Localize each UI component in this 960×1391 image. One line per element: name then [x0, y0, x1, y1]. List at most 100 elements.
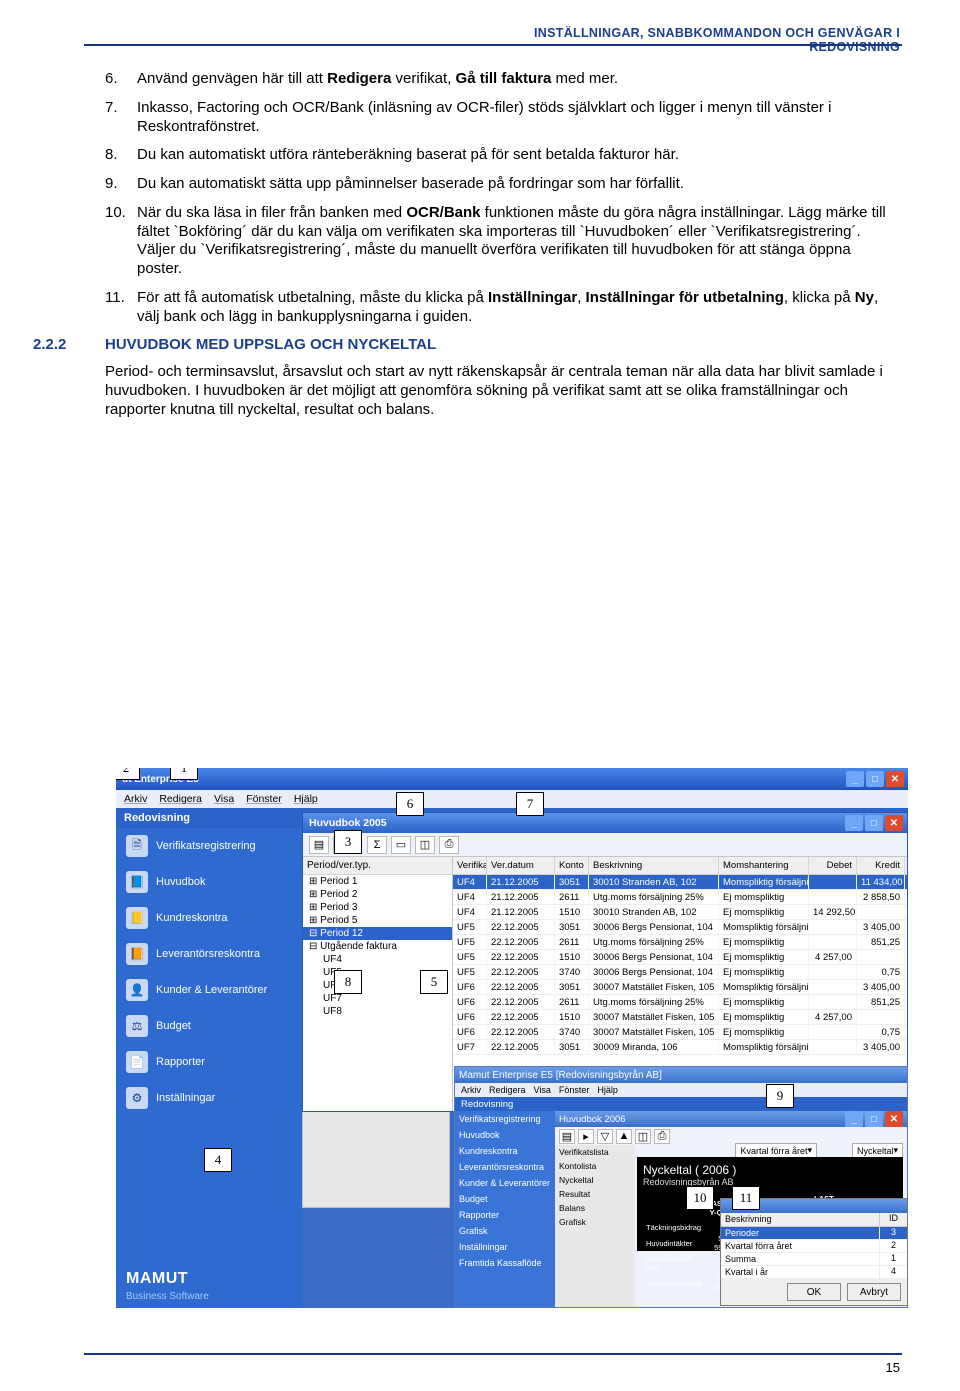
popup-row[interactable]: Kvartal i år4 [721, 1266, 907, 1279]
nested-grey-item[interactable]: Balans [555, 1201, 635, 1215]
close-button[interactable]: ✕ [885, 1111, 903, 1127]
table-row[interactable]: UF522.12.2005374030006 Bergs Pensionat, … [453, 965, 907, 980]
menu-fonster[interactable]: Fönster [246, 793, 282, 805]
table-row[interactable]: UF622.12.2005305130007 Matstället Fisken… [453, 980, 907, 995]
table-row[interactable]: UF622.12.2005374030007 Matstället Fisken… [453, 1025, 907, 1040]
nested-nav-item[interactable]: Leverantörsreskontra [455, 1159, 555, 1175]
nested-nav-item[interactable]: Verifikatsregistrering [455, 1111, 555, 1127]
popup-row[interactable]: Kvartal förra året2 [721, 1240, 907, 1253]
nested-nav-item[interactable]: Kundreskontra [455, 1143, 555, 1159]
brand-subtitle: Business Software [126, 1291, 209, 1302]
report-icon: 📄 [126, 1051, 148, 1073]
nested-nav-item[interactable]: Budget [455, 1191, 555, 1207]
nested-grey-item[interactable]: Kontolista [555, 1159, 635, 1173]
nyckeltal-dropdown[interactable]: Nyckeltal ▾ [852, 1143, 903, 1158]
tool-icon[interactable]: ▤ [309, 836, 329, 854]
nested-nav-item[interactable]: Kunder & Leverantörer [455, 1175, 555, 1191]
sidebar-item-rapporter[interactable]: 📄Rapporter [116, 1044, 302, 1080]
nested-menubar[interactable]: ArkivRedigeraVisaFönsterHjälp [455, 1083, 907, 1097]
tool-icon[interactable]: ◫ [415, 836, 435, 854]
nested-grey-item[interactable]: Grafisk [555, 1215, 635, 1229]
sidebar-item-huvudbok[interactable]: 📘Huvudbok [116, 864, 302, 900]
table-row[interactable]: UF522.12.20052611Utg.moms försäljning 25… [453, 935, 907, 950]
sidebar-item-verif[interactable]: 🗎Verifikatsregistrering [116, 828, 302, 864]
print-icon[interactable]: ⎙ [439, 836, 459, 854]
table-row[interactable]: UF421.12.2005151030010 Stranden AB, 102E… [453, 905, 907, 920]
nested-hb-titlebar[interactable]: Huvudbok 2006 _□✕ [555, 1111, 907, 1127]
nested-nav-item[interactable]: Inställningar [455, 1239, 555, 1255]
minimize-button[interactable]: _ [846, 771, 864, 787]
popup-row[interactable]: Summa1 [721, 1253, 907, 1266]
table-row[interactable]: UF622.12.2005151030007 Matstället Fisken… [453, 1010, 907, 1025]
titlebar-main[interactable]: ut Enterprise E5 _ □ ✕ [116, 768, 908, 790]
tree-node[interactable]: ⊟ Period 12 [303, 927, 452, 940]
table-row[interactable]: UF421.12.20052611Utg.moms försäljning 25… [453, 890, 907, 905]
nested-toolbar: ▤ ▸ ▽ ▲ ◫ ⎙ Nyckeltal ▾ Kvartal förra år… [555, 1127, 907, 1145]
menu-arkiv[interactable]: Arkiv [124, 793, 147, 805]
tree-node[interactable]: ⊟ Utgående faktura [303, 940, 452, 953]
menubar[interactable]: Arkiv Redigera Visa Fönster Hjälp [116, 790, 908, 808]
tool-icon[interactable]: ▲ [616, 1129, 632, 1144]
nested-grey-item[interactable]: Verifikatslista [555, 1145, 635, 1159]
table-row[interactable]: UF421.12.2005305130010 Stranden AB, 102M… [453, 875, 907, 890]
sidebar-item-kund[interactable]: 📒Kundreskontra [116, 900, 302, 936]
footer-rule [84, 1353, 902, 1355]
print-icon[interactable]: ⎙ [654, 1129, 670, 1144]
minimize-button[interactable]: _ [845, 1111, 863, 1127]
page-header: INSTÄLLNINGAR, SNABBKOMMANDON OCH GENVÄG… [470, 26, 900, 54]
tree-node[interactable]: ⊞ Period 2 [303, 888, 452, 901]
close-button[interactable]: ✕ [886, 771, 904, 787]
nested-grey-item[interactable]: Nyckeltal [555, 1173, 635, 1187]
report-title: Nyckeltal ( 2006 ) [643, 1163, 897, 1177]
maximize-button[interactable]: □ [866, 771, 884, 787]
nested-grey-item[interactable]: Resultat [555, 1187, 635, 1201]
tool-icon[interactable]: ▸ [578, 1129, 594, 1144]
table-row[interactable]: UF522.12.2005151030006 Bergs Pensionat, … [453, 950, 907, 965]
sidebar-item-kunder[interactable]: 👤Kunder & Leverantörer [116, 972, 302, 1008]
maximize-button[interactable]: □ [865, 815, 883, 831]
tree-node[interactable]: ⊞ Period 3 [303, 901, 452, 914]
callout-11: 11 [732, 1186, 760, 1210]
nested-sidebar: VerifikatsregistreringHuvudbokKundreskon… [455, 1111, 555, 1307]
gear-icon: ⚙ [126, 1087, 148, 1109]
ok-button[interactable]: OK [787, 1283, 841, 1301]
table-row[interactable]: UF622.12.20052611Utg.moms försäljning 25… [453, 995, 907, 1010]
sidebar-item-lev[interactable]: 📙Leverantörsreskontra [116, 936, 302, 972]
ledger-icon: 📒 [126, 907, 148, 929]
tree-node[interactable]: UF4 [303, 953, 452, 966]
callout-9: 9 [766, 1084, 794, 1108]
minimize-button[interactable]: _ [845, 815, 863, 831]
body-content: 6. Använd genvägen här till att Redigera… [105, 70, 890, 429]
close-button[interactable]: ✕ [885, 815, 903, 831]
huvudbok-titlebar[interactable]: Huvudbok 2005 _□✕ [303, 813, 907, 833]
tree-node[interactable]: UF8 [303, 1005, 452, 1018]
maximize-button[interactable]: □ [865, 1111, 883, 1127]
menu-hjalp[interactable]: Hjälp [294, 793, 318, 805]
tool-icon[interactable]: ▽ [597, 1129, 613, 1144]
nested-nav-item[interactable]: Framtida Kassaflöde [455, 1255, 555, 1271]
cancel-button[interactable]: Avbryt [847, 1283, 901, 1301]
table-row[interactable]: UF522.12.2005305130006 Bergs Pensionat, … [453, 920, 907, 935]
kvartal-dropdown[interactable]: Kvartal förra året ▾ [735, 1143, 817, 1158]
popup-row[interactable]: Perioder3 [721, 1227, 907, 1240]
nested-nav-item[interactable]: Grafisk [455, 1223, 555, 1239]
menu-visa[interactable]: Visa [214, 793, 234, 805]
table-row[interactable]: UF722.12.2005305130009 Miranda, 106Momsp… [453, 1040, 907, 1055]
nested-module-bar[interactable]: Redovisning [455, 1097, 907, 1111]
doc-icon: 🗎 [126, 835, 148, 857]
ledger2-icon: 📙 [126, 943, 148, 965]
callout-4: 4 [204, 1148, 232, 1172]
nested-titlebar[interactable]: Mamut Enterprise E5 [Redovisningsbyrån A… [455, 1067, 907, 1083]
tree-node[interactable]: ⊞ Period 5 [303, 914, 452, 927]
sigma-icon[interactable]: Σ [367, 836, 387, 854]
nested-nav-item[interactable]: Huvudbok [455, 1127, 555, 1143]
callout-10: 10 [686, 1186, 714, 1210]
sidebar-item-installningar[interactable]: ⚙Inställningar [116, 1080, 302, 1116]
menu-redigera[interactable]: Redigera [159, 793, 202, 805]
sidebar-item-budget[interactable]: ⚖Budget [116, 1008, 302, 1044]
tool-icon[interactable]: ▤ [559, 1129, 575, 1144]
tree-node[interactable]: ⊞ Period 1 [303, 875, 452, 888]
tool-icon[interactable]: ◫ [635, 1129, 651, 1144]
nested-nav-item[interactable]: Rapporter [455, 1207, 555, 1223]
tool-icon[interactable]: ▭ [391, 836, 411, 854]
